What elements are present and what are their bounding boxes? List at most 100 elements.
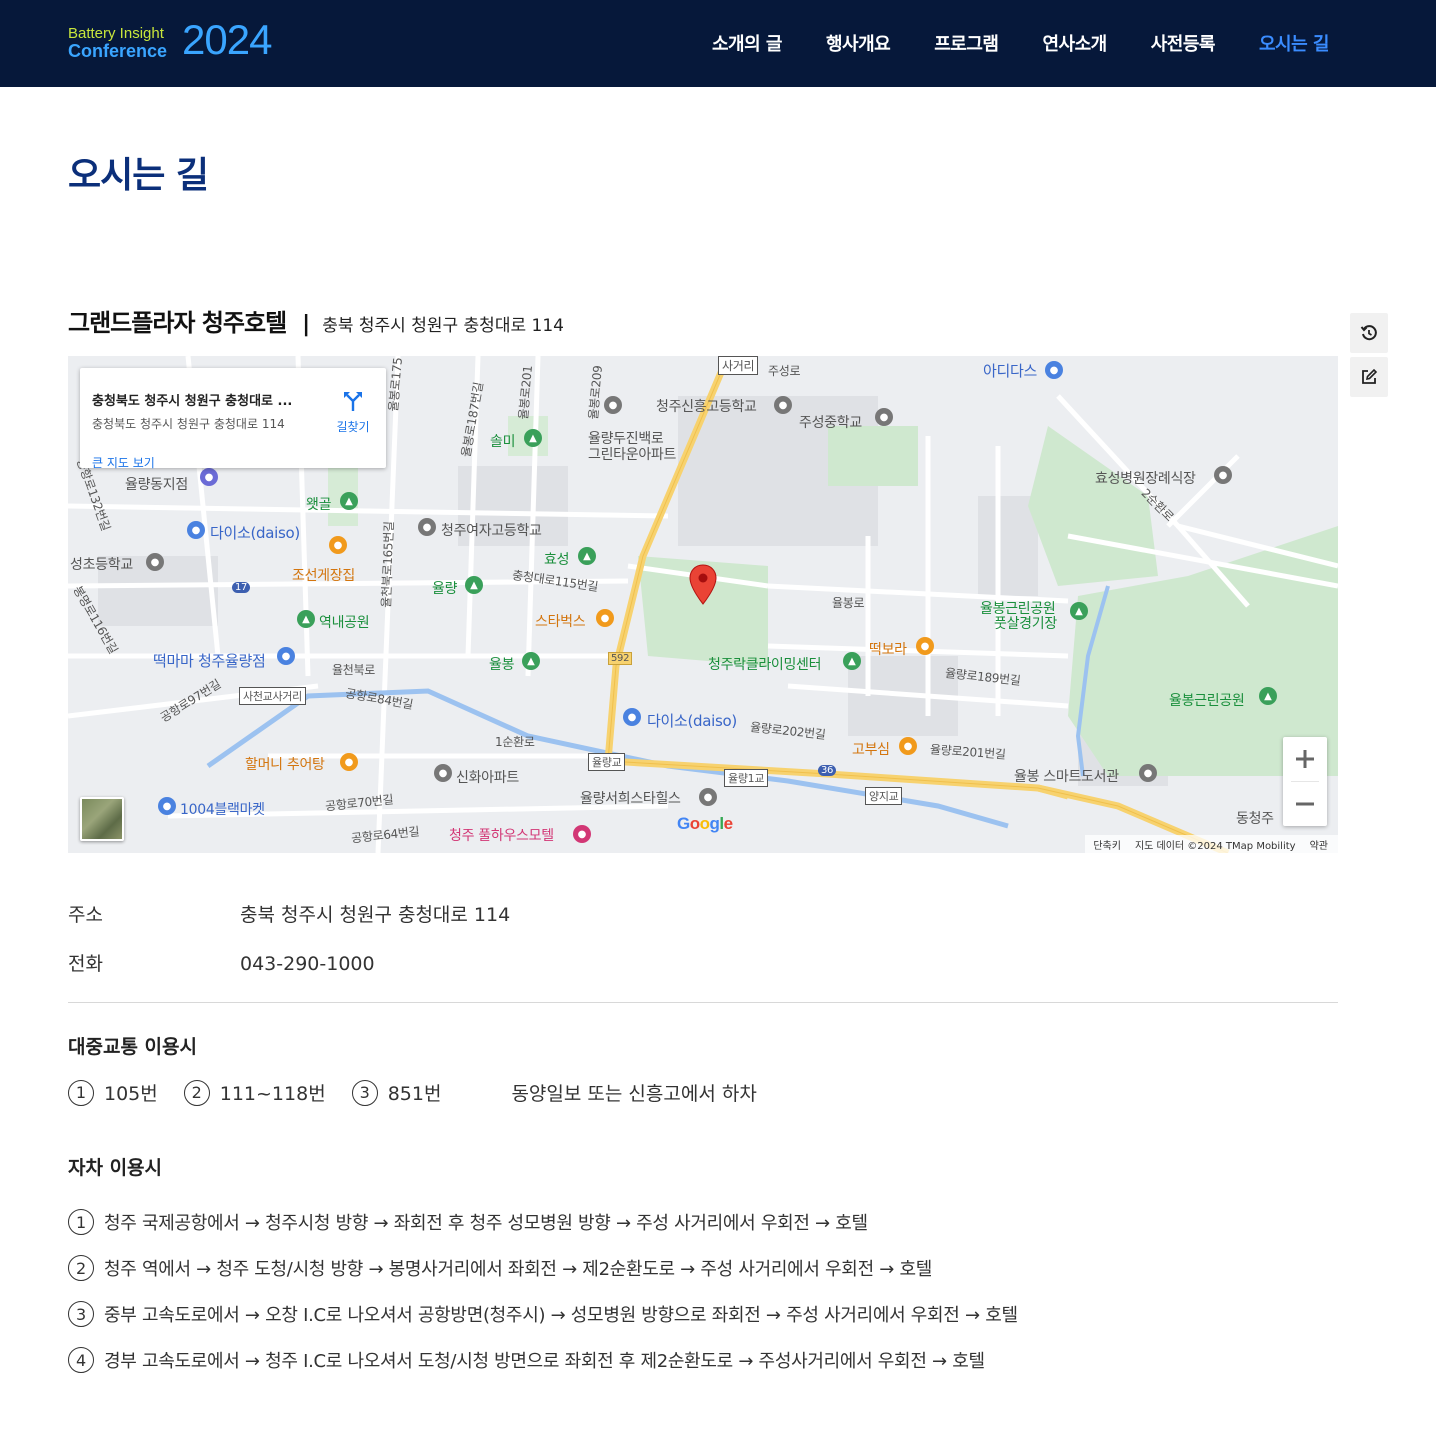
car-title: 자차 이용시 [68, 1157, 163, 1179]
info-card-address: 충청북도 청주시 청원구 충청대로 114 [92, 417, 285, 431]
map-label: 율량 [432, 581, 458, 597]
terms-link[interactable]: 약관 [1310, 837, 1328, 852]
directions-icon [344, 392, 362, 411]
park-pin-icon: ▲ [297, 610, 315, 628]
venue-separator: | [302, 312, 311, 337]
map-label: 양지교 [865, 787, 903, 805]
bus-item: 2 111~118번 [183, 1079, 326, 1106]
route-text: 경부 고속도로에서 → 청주 I.C로 나오셔서 도청/시청 방면으로 좌회전 … [104, 1351, 985, 1372]
number-badge: 3 [351, 1079, 378, 1106]
shop-pin-icon: ● [187, 521, 205, 539]
shop-pin-icon: ● [623, 708, 641, 726]
bus-list: 1 105번 2 111~118번 3 851번 동양일보 또는 신흥고에서 하차 [68, 1079, 757, 1106]
place-pin-icon: ● [1214, 466, 1232, 484]
map-label: 율봉 스마트도서관 [1014, 769, 1119, 785]
number-badge: 2 [183, 1079, 210, 1106]
nav-item-program[interactable]: 프로그램 [934, 30, 999, 56]
main-nav: 소개의 글 행사개요 프로그램 연사소개 사전등록 오시는 길 [668, 30, 1330, 56]
school-pin-icon: ● [146, 553, 164, 571]
school-pin-icon: ● [418, 518, 436, 536]
map-label: 효성 [544, 552, 570, 568]
nav-item-register[interactable]: 사전등록 [1151, 30, 1216, 56]
edit-button[interactable] [1350, 357, 1388, 397]
map-label: 1순환로 [495, 735, 535, 749]
map-label: 사천교사거리 [239, 687, 306, 705]
map-label: 율량교 [588, 753, 626, 771]
number-badge: 1 [68, 1079, 94, 1106]
satellite-toggle[interactable] [80, 797, 124, 841]
nav-item-directions[interactable]: 오시는 길 [1259, 30, 1330, 56]
logo-year: 2024 [182, 16, 272, 63]
address-label: 주소 [68, 904, 103, 926]
map-label: 율천북로165번길 [379, 521, 397, 608]
page-title: 오시는 길 [68, 155, 209, 196]
nav-item-speakers[interactable]: 연사소개 [1042, 30, 1107, 56]
bus-label: 111~118번 [219, 1083, 326, 1105]
map-label: 떡마마 청주율량점 [153, 652, 266, 670]
logo-text: Battery Insight Conference [68, 26, 183, 61]
map-label: 떡보라 [869, 642, 907, 658]
directions-button[interactable]: 길찾기 [328, 390, 378, 435]
restaurant-pin-icon: ● [916, 637, 934, 655]
restaurant-pin-icon: ● [329, 536, 347, 554]
bus-note: 동양일보 또는 신흥고에서 하차 [511, 1083, 757, 1105]
map-label: 조선게장집 [292, 568, 355, 584]
shop-pin-icon: ● [158, 797, 176, 815]
section-divider [68, 1002, 1338, 1003]
zoom-in-button[interactable] [1283, 737, 1327, 781]
number-badge: 4 [68, 1347, 94, 1373]
park-pin-icon: ▲ [578, 547, 596, 565]
map-label: 1004블랙마켓 [180, 802, 265, 818]
google-logo: Google [677, 814, 733, 833]
location-pin-icon[interactable] [688, 564, 718, 606]
map-label: 동청주 [1236, 811, 1274, 827]
park-pin-icon: ▲ [524, 429, 542, 447]
map-label: 다이소(daiso) [647, 712, 737, 730]
park-pin-icon: ▲ [843, 652, 861, 670]
map-label: 다이소(daiso) [210, 524, 300, 542]
map-label: 청주신흥고등학교 [656, 399, 757, 415]
place-pin-icon: ● [699, 788, 717, 806]
venue-name: 그랜드플라자 청주호텔 [68, 309, 287, 337]
bus-badge: 36 [818, 765, 837, 776]
plus-icon [1296, 750, 1314, 768]
map-label: 주성로 [768, 364, 801, 378]
route-text: 청주 국제공항에서 → 청주시청 방향 → 좌회전 후 청주 성모병원 방향 →… [104, 1213, 868, 1234]
nav-item-overview[interactable]: 행사개요 [826, 30, 891, 56]
map-label: 솔미 [490, 434, 516, 450]
map-label: 율천북로 [332, 663, 375, 677]
map-label: 역내공원 [319, 615, 370, 631]
history-icon [1360, 325, 1377, 341]
larger-map-link[interactable]: 큰 지도 보기 [92, 454, 155, 471]
public-transport-title: 대중교통 이용시 [68, 1036, 197, 1058]
car-route-item: 3 중부 고속도로에서 → 오창 I.C로 나오셔서 공항방면(청주시) → 성모… [68, 1301, 1018, 1327]
restaurant-pin-icon: ● [899, 737, 917, 755]
map-footer: 단축키 지도 데이터 ©2024 TMap Mobility 약관 [1085, 835, 1338, 853]
map-label: 신화아파트 [456, 770, 519, 786]
car-route-item: 2 청주 역에서 → 청주 도청/시청 방향 → 봉명사거리에서 좌회전 → 제2… [68, 1255, 932, 1281]
info-card-title: 충청북도 청주시 청원구 충청대로 ... [92, 394, 293, 409]
place-pin-icon: ● [604, 396, 622, 414]
map-label: 성초등학교 [70, 557, 133, 573]
history-button[interactable] [1350, 313, 1388, 353]
map-label: 율봉근린공원 [1169, 693, 1245, 709]
nav-item-intro[interactable]: 소개의 글 [712, 30, 783, 56]
zoom-out-button[interactable] [1283, 782, 1327, 826]
number-badge: 1 [68, 1209, 94, 1235]
map-label: 고부심 [852, 742, 890, 758]
cafe-pin-icon: ● [596, 609, 614, 627]
park-pin-icon: ▲ [340, 492, 358, 510]
map-label: 주성중학교 [799, 415, 862, 431]
car-route-item: 1 청주 국제공항에서 → 청주시청 방향 → 좌회전 후 청주 성모병원 방향 … [68, 1209, 868, 1235]
map-label: 율량서희스타힐스 [580, 791, 681, 807]
venue-heading: 그랜드플라자 청주호텔 | 충북 청주시 청원구 충청대로 114 [68, 303, 564, 338]
map-label: 청주 풀하우스모텔 [449, 828, 554, 844]
hotel-pin-icon: ● [573, 825, 591, 843]
logo-line1: Battery Insight [68, 25, 164, 42]
map-label: 사거리 [718, 356, 759, 375]
google-map[interactable]: ● ● ● ● ● ▲ ● ▲ ● ● ● ● ▲ ▲ ● ▲ ▲ ● ▲ ▲ … [68, 356, 1338, 853]
site-header: Battery Insight Conference 2024 소개의 글 행사… [0, 0, 1436, 87]
keyboard-shortcuts-link[interactable]: 단축키 [1093, 837, 1121, 852]
bus-badge: 17 [232, 582, 251, 593]
phone-row: 전화 043-290-1000 [68, 949, 375, 976]
